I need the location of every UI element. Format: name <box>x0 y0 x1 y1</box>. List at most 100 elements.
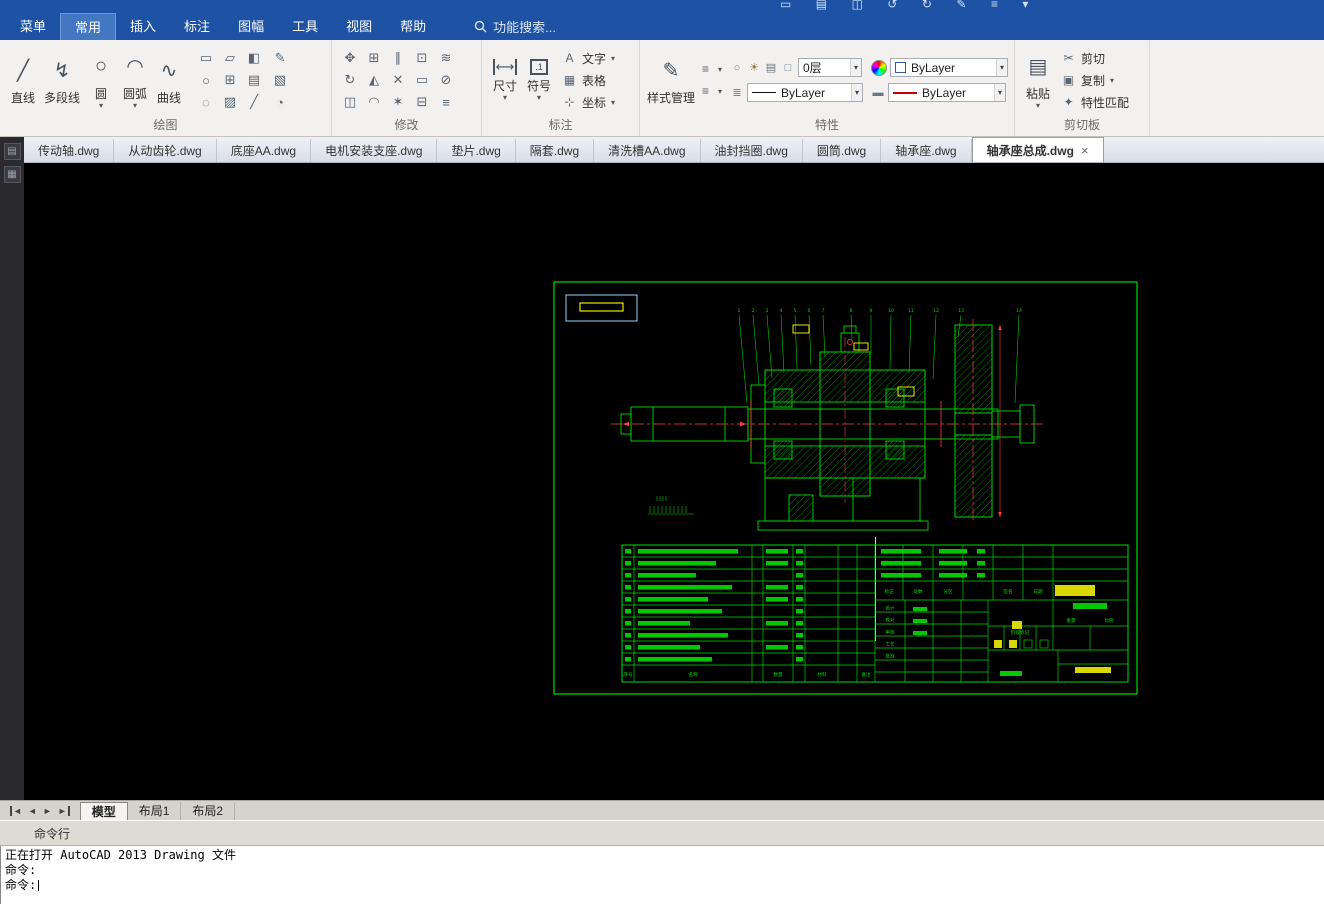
mirror-icon[interactable]: ◭ <box>362 69 386 91</box>
group-label-annotate[interactable]: 标注 <box>482 117 639 136</box>
layer-on-icon[interactable]: ○ <box>730 62 744 74</box>
doc-tab[interactable]: 油封挡圈.dwg <box>701 139 803 162</box>
doc-tab[interactable]: 垫片.dwg <box>437 139 516 162</box>
gradient-icon[interactable]: ▤ <box>242 69 266 91</box>
circle-button[interactable]: ○ 圆 ▾ <box>84 45 118 115</box>
fillet-icon[interactable]: ◠ <box>362 91 386 113</box>
prev-layout-icon[interactable]: ◄ <box>28 806 37 816</box>
array-icon[interactable]: ⊞ <box>362 47 386 69</box>
quick-save-icon[interactable]: ◫ <box>852 0 863 11</box>
lengthen-icon[interactable]: ≋ <box>434 47 458 69</box>
quick-open-icon[interactable]: ▤ <box>816 0 827 11</box>
match-properties-button[interactable]: ✦ 特性匹配 <box>1061 92 1129 112</box>
line-button[interactable]: ╱ 直线 <box>6 45 40 115</box>
doc-tab[interactable]: 圆筒.dwg <box>803 139 882 162</box>
quick-redo-icon[interactable]: ↻ <box>922 0 932 11</box>
color-combo[interactable]: ByLayer ▾ <box>890 58 1008 77</box>
quick-undo-icon[interactable]: ↺ <box>887 0 897 11</box>
copy-icon[interactable]: ◫ <box>338 91 362 113</box>
text-button[interactable]: A 文字 ▾ <box>562 48 615 68</box>
ellipse-icon[interactable]: ○ <box>194 69 218 91</box>
match-list-button[interactable]: ≡ ▾ <box>698 59 722 79</box>
erase-icon[interactable]: ✕ <box>386 69 410 91</box>
table-insert-icon[interactable]: ⊞ <box>218 69 242 91</box>
linetype-combo[interactable]: ByLayer ▾ <box>747 83 863 102</box>
layer-combo[interactable]: 0层 ▾ <box>798 58 862 77</box>
group-label-properties[interactable]: 特性 <box>640 117 1014 136</box>
command-line-header[interactable]: 命令行 <box>0 820 1324 846</box>
menu-tab-home[interactable]: 常用 <box>60 13 117 40</box>
arc-button[interactable]: ◠ 圆弧 ▾ <box>118 45 152 115</box>
join-icon[interactable]: ≡ <box>434 91 458 113</box>
doc-tab[interactable]: 从动齿轮.dwg <box>114 139 217 162</box>
layer-plot-icon[interactable]: ▤ <box>764 61 778 74</box>
doc-tab[interactable]: 轴承座.dwg <box>881 139 972 162</box>
close-tab-icon[interactable]: × <box>1081 143 1089 158</box>
table-button[interactable]: ▦ 表格 <box>562 70 615 90</box>
lineweight-combo[interactable]: ByLayer ▾ <box>888 83 1006 102</box>
function-search[interactable]: 功能搜索... <box>474 13 556 40</box>
menu-tab-view[interactable]: 视图 <box>332 13 386 40</box>
quick-more-icon[interactable]: ▾ <box>1022 0 1028 11</box>
rotate-icon[interactable]: ↻ <box>338 69 362 91</box>
coordinate-button[interactable]: ⊹ 坐标 ▾ <box>562 92 615 112</box>
palette-grid-icon[interactable]: ▦ <box>3 166 21 183</box>
style-manager-button[interactable]: ✎ 样式管理 <box>646 45 696 115</box>
menu-tab-tools[interactable]: 工具 <box>278 13 332 40</box>
quick-props-icon[interactable]: ≡ <box>991 0 998 11</box>
polyline-button[interactable]: ↯ 多段线 <box>40 45 84 115</box>
doc-tab[interactable]: 底座AA.dwg <box>217 139 312 162</box>
tab-model[interactable]: 模型 <box>79 801 128 820</box>
doc-tab[interactable]: 隔套.dwg <box>516 139 595 162</box>
menu-tab-sheet[interactable]: 图幅 <box>224 13 278 40</box>
layer-thaw-icon[interactable]: ☀ <box>747 61 761 74</box>
quick-plot-icon[interactable]: ✎ <box>956 0 966 11</box>
donut-icon[interactable]: ◔ <box>268 91 292 113</box>
doc-tab[interactable]: 传动轴.dwg <box>24 139 115 162</box>
explode-icon[interactable]: ✶ <box>386 91 410 113</box>
copy-clip-button[interactable]: ▣ 复制 ▾ <box>1061 70 1129 90</box>
region-icon[interactable]: ◧ <box>242 47 266 69</box>
dimension-button[interactable]: ⟷ 尺寸 ▾ <box>488 45 522 115</box>
menu-tab-insert[interactable]: 插入 <box>116 13 170 40</box>
next-layout-icon[interactable]: ► <box>43 806 52 816</box>
doc-tab[interactable]: 电机安装支座.dwg <box>311 139 438 162</box>
menu-tab-annotate[interactable]: 标注 <box>170 13 224 40</box>
tab-layout1[interactable]: 布局1 <box>128 801 182 820</box>
match-list2-button[interactable]: ≡ ▾ <box>698 81 722 101</box>
scale-icon[interactable]: ⊡ <box>410 47 434 69</box>
palette-sheet-icon[interactable]: ▤ <box>3 143 21 160</box>
group-label-modify[interactable]: 修改 <box>332 117 481 136</box>
command-history[interactable]: 正在打开 AutoCAD 2013 Drawing 文件 命令: 命令: <box>0 846 1324 904</box>
cut-button[interactable]: ✂ 剪切 <box>1061 48 1129 68</box>
wipeout-icon[interactable]: ▧ <box>268 69 292 91</box>
last-layout-icon[interactable]: ► <box>58 805 70 816</box>
polygon-icon[interactable]: ▱ <box>218 47 242 69</box>
quick-new-icon[interactable]: ▭ <box>780 0 791 11</box>
tab-layout2[interactable]: 布局2 <box>181 801 236 820</box>
offset-icon[interactable]: ∥ <box>386 47 410 69</box>
color-wheel-icon[interactable] <box>871 59 887 76</box>
move-icon[interactable]: ✥ <box>338 47 362 69</box>
menu-tab-help[interactable]: 帮助 <box>386 13 440 40</box>
point-icon[interactable]: ◌ <box>194 91 218 113</box>
trim-icon[interactable]: ⊟ <box>410 91 434 113</box>
revcloud-icon[interactable]: ✎ <box>268 47 292 69</box>
stretch-icon[interactable]: ▭ <box>410 69 434 91</box>
group-label-clipboard[interactable]: 剪切板 <box>1015 117 1149 136</box>
cad-drawing[interactable]: 1 2 3 4 5 6 7 8 9 10 11 12 13 14 序号 名称 数… <box>553 281 1138 695</box>
drawing-canvas[interactable]: 1 2 3 4 5 6 7 8 9 10 11 12 13 14 序号 名称 数… <box>24 163 1324 800</box>
group-label-draw[interactable]: 绘图 <box>0 117 331 136</box>
doc-tab-active[interactable]: 轴承座总成.dwg × <box>971 137 1104 162</box>
linetype-list-icon[interactable]: ≣ <box>730 86 744 99</box>
rectangle-icon[interactable]: ▭ <box>194 47 218 69</box>
lineweight-list-icon[interactable]: ▬ <box>871 87 885 99</box>
hatch-icon[interactable]: ▨ <box>218 91 242 113</box>
doc-tab[interactable]: 清洗槽AA.dwg <box>594 139 701 162</box>
first-layout-icon[interactable]: ◄ <box>10 805 22 816</box>
break-icon[interactable]: ⊘ <box>434 69 458 91</box>
ray-icon[interactable]: ╱ <box>242 91 266 113</box>
symbol-button[interactable]: .1 符号 ▾ <box>522 45 556 115</box>
paste-button[interactable]: ▤ 粘贴 ▾ <box>1021 45 1055 115</box>
spline-button[interactable]: ∿ 曲线 <box>152 45 186 115</box>
